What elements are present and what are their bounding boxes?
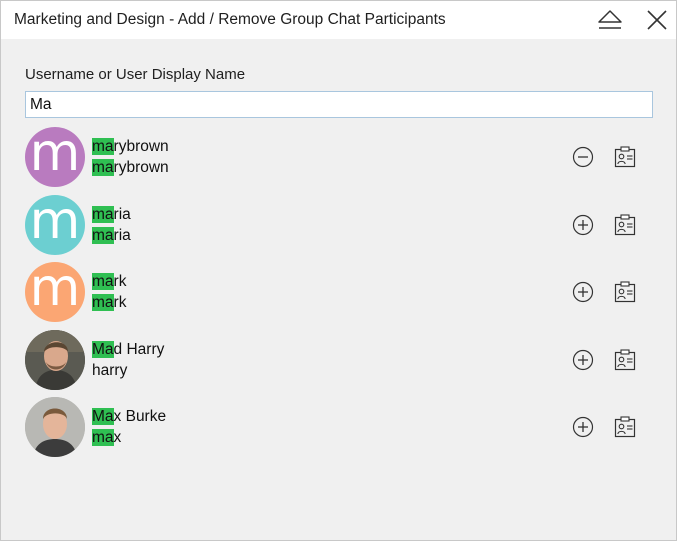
username: maria	[92, 225, 131, 246]
display-name-rest: ria	[113, 205, 131, 223]
match-highlight: ma	[92, 159, 114, 176]
participants-dialog: Marketing and Design - Add / Remove Grou…	[0, 0, 677, 541]
view-contact-button[interactable]	[614, 416, 636, 438]
toggle-participant-button[interactable]	[572, 146, 594, 168]
user-row-4: Mad Harry harry	[1, 329, 676, 396]
toggle-participant-button[interactable]	[572, 281, 594, 303]
view-contact-button[interactable]	[614, 146, 636, 168]
plus-circle-icon	[572, 349, 594, 370]
avatar-letter: m	[29, 194, 81, 251]
user-row-2: m maria maria	[1, 194, 676, 261]
username-rest: x	[113, 429, 122, 446]
display-name: Mad Harry	[92, 339, 164, 360]
contact-card-icon	[614, 146, 636, 168]
contact-card-icon	[614, 416, 636, 438]
avatar: m	[25, 127, 85, 187]
close-button[interactable]	[640, 5, 674, 35]
display-name-rest: rk	[113, 273, 127, 290]
display-name-rest: d Harry	[113, 340, 165, 358]
avatar-letter: m	[29, 262, 81, 318]
user-names: mark mark	[92, 271, 126, 313]
toggle-participant-button[interactable]	[572, 349, 594, 371]
user-names: maria maria	[92, 204, 131, 246]
avatar-photo	[25, 397, 85, 457]
display-name: Max Burke	[92, 406, 166, 427]
user-row-5: Max Burke max	[1, 397, 676, 463]
user-row-1: m marybrown marybrown	[1, 127, 676, 193]
avatar-photo	[25, 329, 85, 390]
window-title: Marketing and Design - Add / Remove Grou…	[14, 11, 446, 28]
view-contact-button[interactable]	[614, 281, 636, 303]
user-names: marybrown marybrown	[92, 136, 169, 178]
plus-circle-icon	[572, 281, 594, 303]
eject-icon	[598, 10, 622, 29]
match-highlight: ma	[92, 138, 114, 155]
match-highlight: ma	[92, 294, 114, 311]
plus-circle-icon	[572, 214, 594, 235]
view-contact-button[interactable]	[614, 348, 636, 371]
avatar: m	[25, 262, 85, 322]
search-label: Username or User Display Name	[25, 66, 246, 83]
minus-circle-icon	[572, 146, 594, 168]
match-highlight: Ma	[92, 340, 114, 358]
display-name: mark	[92, 271, 126, 292]
user-row-3: m mark mark	[1, 262, 676, 328]
username-rest: rybrown	[113, 159, 169, 176]
view-contact-button[interactable]	[614, 213, 636, 236]
search-input[interactable]	[25, 91, 653, 118]
username-rest: ria	[113, 226, 131, 244]
username: max	[92, 427, 166, 448]
display-name: maria	[92, 204, 131, 225]
plus-circle-icon	[572, 416, 594, 438]
match-highlight: ma	[92, 273, 114, 290]
avatar-letter: m	[29, 127, 81, 183]
close-icon	[647, 10, 667, 30]
username: mark	[92, 292, 126, 313]
match-highlight: Ma	[92, 408, 114, 425]
user-names: Mad Harry harry	[92, 339, 164, 381]
match-highlight: ma	[92, 429, 114, 446]
username: marybrown	[92, 157, 169, 178]
username-rest: harry	[92, 361, 128, 379]
username: harry	[92, 360, 164, 381]
display-name: marybrown	[92, 136, 169, 157]
avatar: m	[25, 194, 85, 255]
eject-button[interactable]	[593, 5, 627, 35]
user-names: Max Burke max	[92, 406, 166, 448]
match-highlight: ma	[92, 205, 114, 223]
toggle-participant-button[interactable]	[572, 214, 594, 236]
display-name-rest: rybrown	[113, 138, 169, 155]
contact-card-icon	[614, 281, 636, 303]
title-bar: Marketing and Design - Add / Remove Grou…	[1, 1, 676, 39]
username-rest: rk	[113, 294, 127, 311]
toggle-participant-button[interactable]	[572, 416, 594, 438]
contact-card-icon	[614, 348, 636, 370]
match-highlight: ma	[92, 226, 114, 244]
display-name-rest: x Burke	[113, 408, 167, 425]
contact-card-icon	[614, 213, 636, 235]
